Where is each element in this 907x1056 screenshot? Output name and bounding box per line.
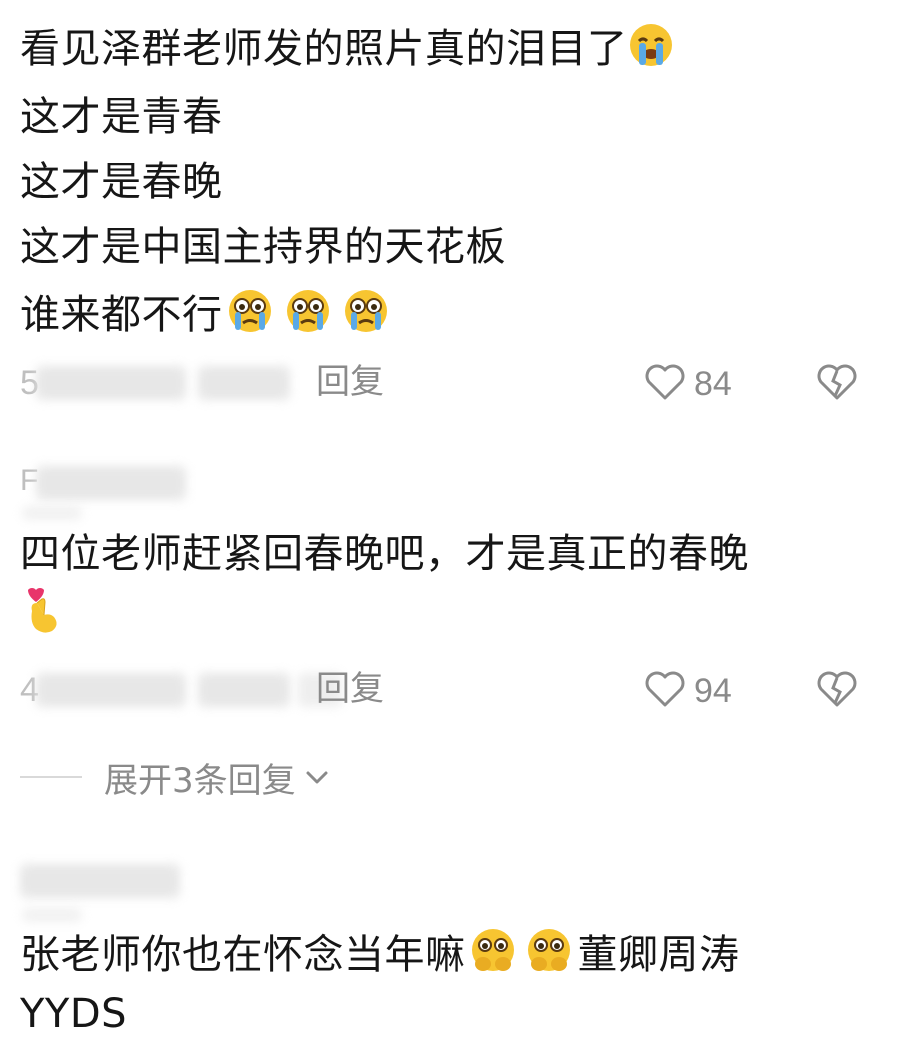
like-button[interactable]: 94: [642, 669, 732, 713]
comment-text: 这才是中国主持界的天花板: [20, 224, 506, 270]
comment-2-line-1: 四位老师赶紧回春晚吧，才是真正的春晚: [20, 530, 749, 578]
comment-text: 四位老师赶紧回春晚吧，才是真正的春晚: [20, 531, 749, 577]
heart-outline-icon: [642, 669, 688, 713]
comment-3-line-2: YYDS: [20, 990, 127, 1038]
broken-heart-icon[interactable]: [814, 362, 860, 406]
comment-1-line-5: 谁来都不行: [20, 288, 397, 345]
blurred-username: [20, 864, 180, 898]
loudly-crying-face-icon: [628, 22, 674, 79]
heart-outline-icon: [642, 362, 688, 406]
face-holding-back-tears-icon: [466, 926, 522, 985]
blurred-timestamp: [36, 673, 186, 707]
chevron-down-icon: [304, 767, 330, 787]
comment-text: 这才是春晚: [20, 159, 223, 205]
comment-thread: 看见泽群老师发的照片真的泪目了 这才是青春 这才是春晚 这才是中国主持界的天花板…: [0, 0, 907, 1056]
blurred-username-tail: [22, 908, 82, 922]
expand-replies-button[interactable]: 展开3条回复: [104, 753, 330, 802]
crying-face-icon: [223, 288, 281, 345]
comment-text: 谁来都不行: [20, 292, 223, 338]
expand-replies-label: 展开3条回复: [104, 760, 296, 801]
like-button[interactable]: 84: [642, 362, 732, 406]
comment-1-line-4: 这才是中国主持界的天花板: [20, 223, 506, 271]
blurred-timestamp: [36, 366, 186, 400]
comment-1-meta: 5 回复 84: [20, 360, 907, 408]
comment-text: 看见泽群老师发的照片真的泪目了: [20, 26, 628, 72]
comment-1-line-3: 这才是春晚: [20, 158, 223, 206]
crying-face-icon: [339, 288, 397, 345]
comment-text: 董卿周涛: [577, 932, 740, 978]
comment-1-line-2: 这才是青春: [20, 93, 223, 141]
crying-face-icon: [281, 288, 339, 345]
like-count: 84: [694, 364, 732, 403]
reply-button[interactable]: 回复: [316, 667, 384, 711]
blurred-location: [198, 366, 290, 400]
comment-2-line-2: [20, 585, 64, 648]
blurred-username-tail: [22, 506, 82, 520]
face-holding-back-tears-icon: [522, 926, 578, 985]
blurred-username: [36, 466, 186, 500]
reply-button[interactable]: 回复: [316, 360, 384, 404]
like-count: 94: [694, 671, 732, 710]
divider-line: [20, 776, 82, 778]
comment-1-line-1: 看见泽群老师发的照片真的泪目了: [20, 22, 674, 79]
blurred-location: [198, 673, 290, 707]
comment-text: 这才是青春: [20, 94, 223, 140]
broken-heart-icon[interactable]: [814, 669, 860, 713]
finger-heart-icon: [20, 585, 64, 648]
comment-3-line-1: 张老师你也在怀念当年嘛 董卿周涛: [20, 926, 740, 985]
expand-replies-row: 展开3条回复: [20, 752, 330, 802]
comment-text: 张老师你也在怀念当年嘛: [20, 932, 466, 978]
comment-2-meta: 4 回复 94: [20, 667, 907, 715]
comment-text: YYDS: [20, 991, 128, 1037]
